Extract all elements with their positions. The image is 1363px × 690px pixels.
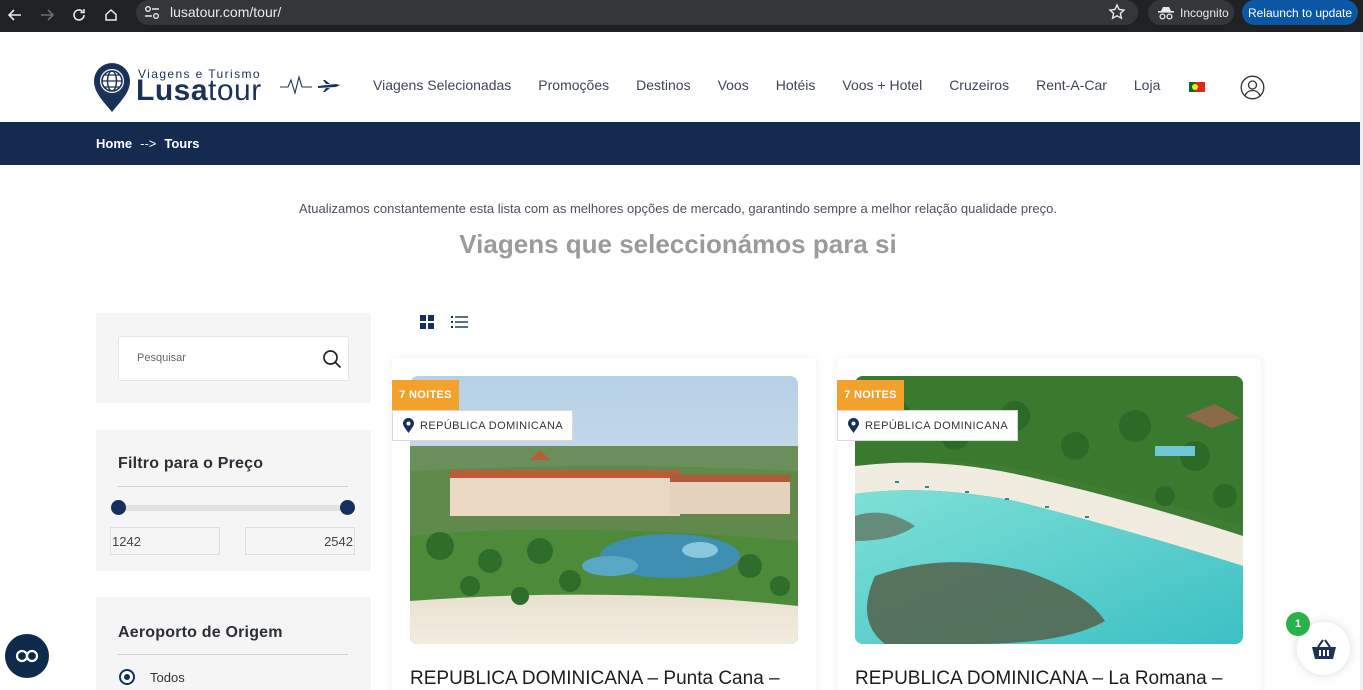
relaunch-button[interactable]: Relaunch to update xyxy=(1242,0,1358,25)
location-tag[interactable]: REPÚBLICA DOMINICANA xyxy=(837,410,1019,441)
airport-radio-todos[interactable] xyxy=(119,669,135,685)
price-slider-max-handle[interactable] xyxy=(340,500,355,515)
site-settings-icon[interactable] xyxy=(144,5,160,20)
list-view-icon[interactable] xyxy=(451,315,468,329)
search-input[interactable]: Pesquisar xyxy=(118,336,349,381)
portugal-flag-icon[interactable] xyxy=(1189,82,1205,92)
back-icon[interactable] xyxy=(2,2,28,28)
nights-badge: 7 NOITES xyxy=(837,380,904,410)
airport-option-label[interactable]: Todos xyxy=(150,670,185,685)
bookmark-star-icon[interactable] xyxy=(1108,3,1126,21)
nav-item-voos[interactable]: Voos xyxy=(718,77,749,93)
divider xyxy=(118,654,348,655)
browser-toolbar: lusatour.com/tour/ Incognito Relaunch to… xyxy=(0,0,1363,32)
airport-filter-title: Aeroporto de Origem xyxy=(118,624,283,641)
nav-item-viagens-selecionadas[interactable]: Viagens Selecionadas xyxy=(373,77,511,93)
globe-pin-icon xyxy=(94,63,130,112)
incognito-icon xyxy=(1158,6,1174,20)
accessibility-icon xyxy=(15,649,39,663)
location-label: REPÚBLICA DOMINICANA xyxy=(420,419,564,432)
price-slider-min-handle[interactable] xyxy=(111,500,126,515)
nav-item-loja[interactable]: Loja xyxy=(1134,77,1160,93)
heartbeat-plane-icon xyxy=(280,74,340,96)
site-header: Viagens e Turismo Lusatour Viagens Selec… xyxy=(0,32,1360,122)
price-filter-widget: Filtro para o Preço 1242 2542 xyxy=(96,430,371,571)
forward-icon[interactable] xyxy=(34,2,60,28)
accessibility-button[interactable] xyxy=(5,634,49,678)
breadcrumb-current: Tours xyxy=(164,136,200,151)
user-account-icon[interactable] xyxy=(1240,75,1265,100)
tour-card[interactable]: 7 NOITES REPÚBLICA DOMINICANA REPUBLICA … xyxy=(837,358,1261,690)
breadcrumb-home-link[interactable]: Home xyxy=(96,136,132,151)
intro-text: Atualizamos constantemente esta lista co… xyxy=(298,201,1058,216)
cart-count-badge: 1 xyxy=(1286,612,1310,636)
nav-item-destinos[interactable]: Destinos xyxy=(636,77,690,93)
incognito-indicator[interactable]: Incognito xyxy=(1148,0,1234,25)
map-pin-icon xyxy=(403,418,414,433)
map-pin-icon xyxy=(848,418,859,433)
airport-filter-widget: Aeroporto de Origem Todos xyxy=(96,597,371,690)
nav-item-hoteis[interactable]: Hotéis xyxy=(776,77,816,93)
incognito-label: Incognito xyxy=(1180,5,1229,20)
price-max-field[interactable]: 2542 xyxy=(245,527,355,555)
price-min-field[interactable]: 1242 xyxy=(110,527,220,555)
breadcrumb: Home --> Tours xyxy=(96,136,200,151)
breadcrumb-bar: Home --> Tours xyxy=(0,122,1360,165)
search-icon[interactable] xyxy=(322,349,342,369)
address-bar[interactable]: lusatour.com/tour/ xyxy=(136,0,1138,25)
lusatour-logo[interactable]: Viagens e Turismo Lusatour xyxy=(92,60,342,118)
nav-item-cruzeiros[interactable]: Cruzeiros xyxy=(949,77,1009,93)
logo-wordmark: Lusatour xyxy=(136,74,262,107)
nav-item-rent-a-car[interactable]: Rent-A-Car xyxy=(1036,77,1107,93)
price-filter-title: Filtro para o Preço xyxy=(118,455,264,472)
location-label: REPÚBLICA DOMINICANA xyxy=(865,419,1009,432)
divider xyxy=(118,486,348,487)
grid-view-icon[interactable] xyxy=(420,315,434,329)
location-tag[interactable]: REPÚBLICA DOMINICANA xyxy=(392,410,574,441)
search-widget: Pesquisar xyxy=(96,313,371,403)
tour-title[interactable]: REPUBLICA DOMINICANA – La Romana – xyxy=(855,668,1255,690)
reload-icon[interactable] xyxy=(66,2,92,28)
search-placeholder: Pesquisar xyxy=(137,352,186,364)
tour-title[interactable]: REPUBLICA DOMINICANA – Punta Cana – xyxy=(410,668,810,690)
url-text: lusatour.com/tour/ xyxy=(170,4,282,20)
price-slider-track[interactable] xyxy=(118,505,347,511)
main-navigation: Viagens Selecionadas Promoções Destinos … xyxy=(373,77,1187,93)
home-icon[interactable] xyxy=(98,2,124,28)
shopping-basket-icon xyxy=(1311,638,1336,659)
breadcrumb-separator: --> xyxy=(140,136,157,151)
page-headline: Viagens que seleccionámos para si xyxy=(459,229,897,259)
tour-card[interactable]: 7 NOITES REPÚBLICA DOMINICANA REPUBLICA … xyxy=(392,358,816,690)
price-slider-range xyxy=(118,505,347,511)
nav-item-promocoes[interactable]: Promoções xyxy=(538,77,609,93)
nav-item-voos-hotel[interactable]: Voos + Hotel xyxy=(842,77,922,93)
nights-badge: 7 NOITES xyxy=(392,380,459,410)
